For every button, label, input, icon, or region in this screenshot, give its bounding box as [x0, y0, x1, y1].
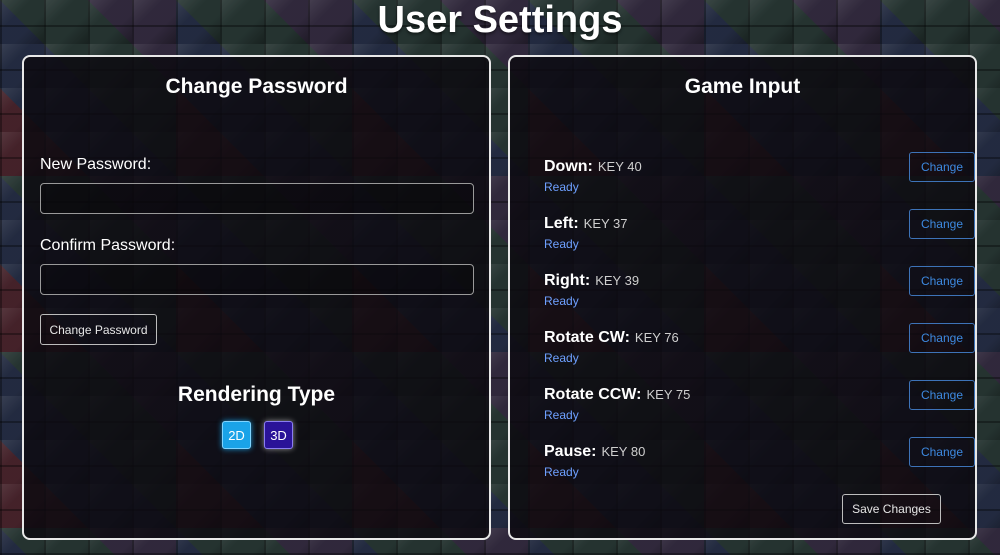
- game-input-panel: Game Input Down: KEY 40 Ready Change Left…: [508, 55, 977, 540]
- render-2d-button[interactable]: 2D: [222, 421, 251, 449]
- change-pause-button[interactable]: Change: [909, 437, 975, 467]
- binding-right: Right: KEY 39 Ready Change: [544, 266, 975, 315]
- binding-action-label: Down:: [544, 158, 593, 175]
- binding-key-code: KEY 37: [583, 216, 628, 231]
- change-rotate-cw-button[interactable]: Change: [909, 323, 975, 353]
- change-password-panel: Change Password New Password: Confirm Pa…: [22, 55, 491, 540]
- binding-action-label: Rotate CW:: [544, 329, 630, 346]
- binding-key-code: KEY 80: [601, 444, 646, 459]
- binding-left: Left: KEY 37 Ready Change: [544, 209, 975, 258]
- binding-down: Down: KEY 40 Ready Change: [544, 152, 975, 201]
- rendering-type-heading: Rendering Type: [177, 383, 336, 406]
- binding-key-code: KEY 75: [646, 387, 691, 402]
- game-input-heading: Game Input: [684, 75, 801, 98]
- binding-rotate-ccw: Rotate CCW: KEY 75 Ready Change: [544, 380, 975, 429]
- change-password-button[interactable]: Change Password: [40, 314, 157, 345]
- page-title: User Settings: [377, 0, 623, 41]
- binding-key-code: KEY 76: [634, 330, 679, 345]
- change-password-heading: Change Password: [165, 75, 348, 98]
- binding-status: Ready: [544, 294, 579, 308]
- change-down-button[interactable]: Change: [909, 152, 975, 182]
- binding-pause: Pause: KEY 80 Ready Change: [544, 437, 975, 486]
- binding-key-code: KEY 40: [597, 159, 642, 174]
- binding-rotate-cw: Rotate CW: KEY 76 Ready Change: [544, 323, 975, 372]
- change-left-button[interactable]: Change: [909, 209, 975, 239]
- binding-action-label: Right:: [544, 272, 591, 289]
- render-3d-button[interactable]: 3D: [264, 421, 293, 449]
- binding-status: Ready: [544, 351, 579, 365]
- binding-status: Ready: [544, 465, 579, 479]
- binding-status: Ready: [544, 237, 579, 251]
- new-password-label: New Password:: [40, 156, 152, 173]
- binding-status: Ready: [544, 180, 579, 194]
- new-password-field[interactable]: [40, 183, 474, 214]
- confirm-password-field[interactable]: [40, 264, 474, 295]
- binding-key-code: KEY 39: [595, 273, 640, 288]
- binding-action-label: Pause:: [544, 443, 597, 460]
- confirm-password-label: Confirm Password:: [40, 237, 176, 254]
- change-right-button[interactable]: Change: [909, 266, 975, 296]
- binding-action-label: Left:: [544, 215, 579, 232]
- binding-status: Ready: [544, 408, 579, 422]
- save-changes-button[interactable]: Save Changes: [842, 494, 941, 524]
- binding-action-label: Rotate CCW:: [544, 386, 642, 403]
- change-rotate-ccw-button[interactable]: Change: [909, 380, 975, 410]
